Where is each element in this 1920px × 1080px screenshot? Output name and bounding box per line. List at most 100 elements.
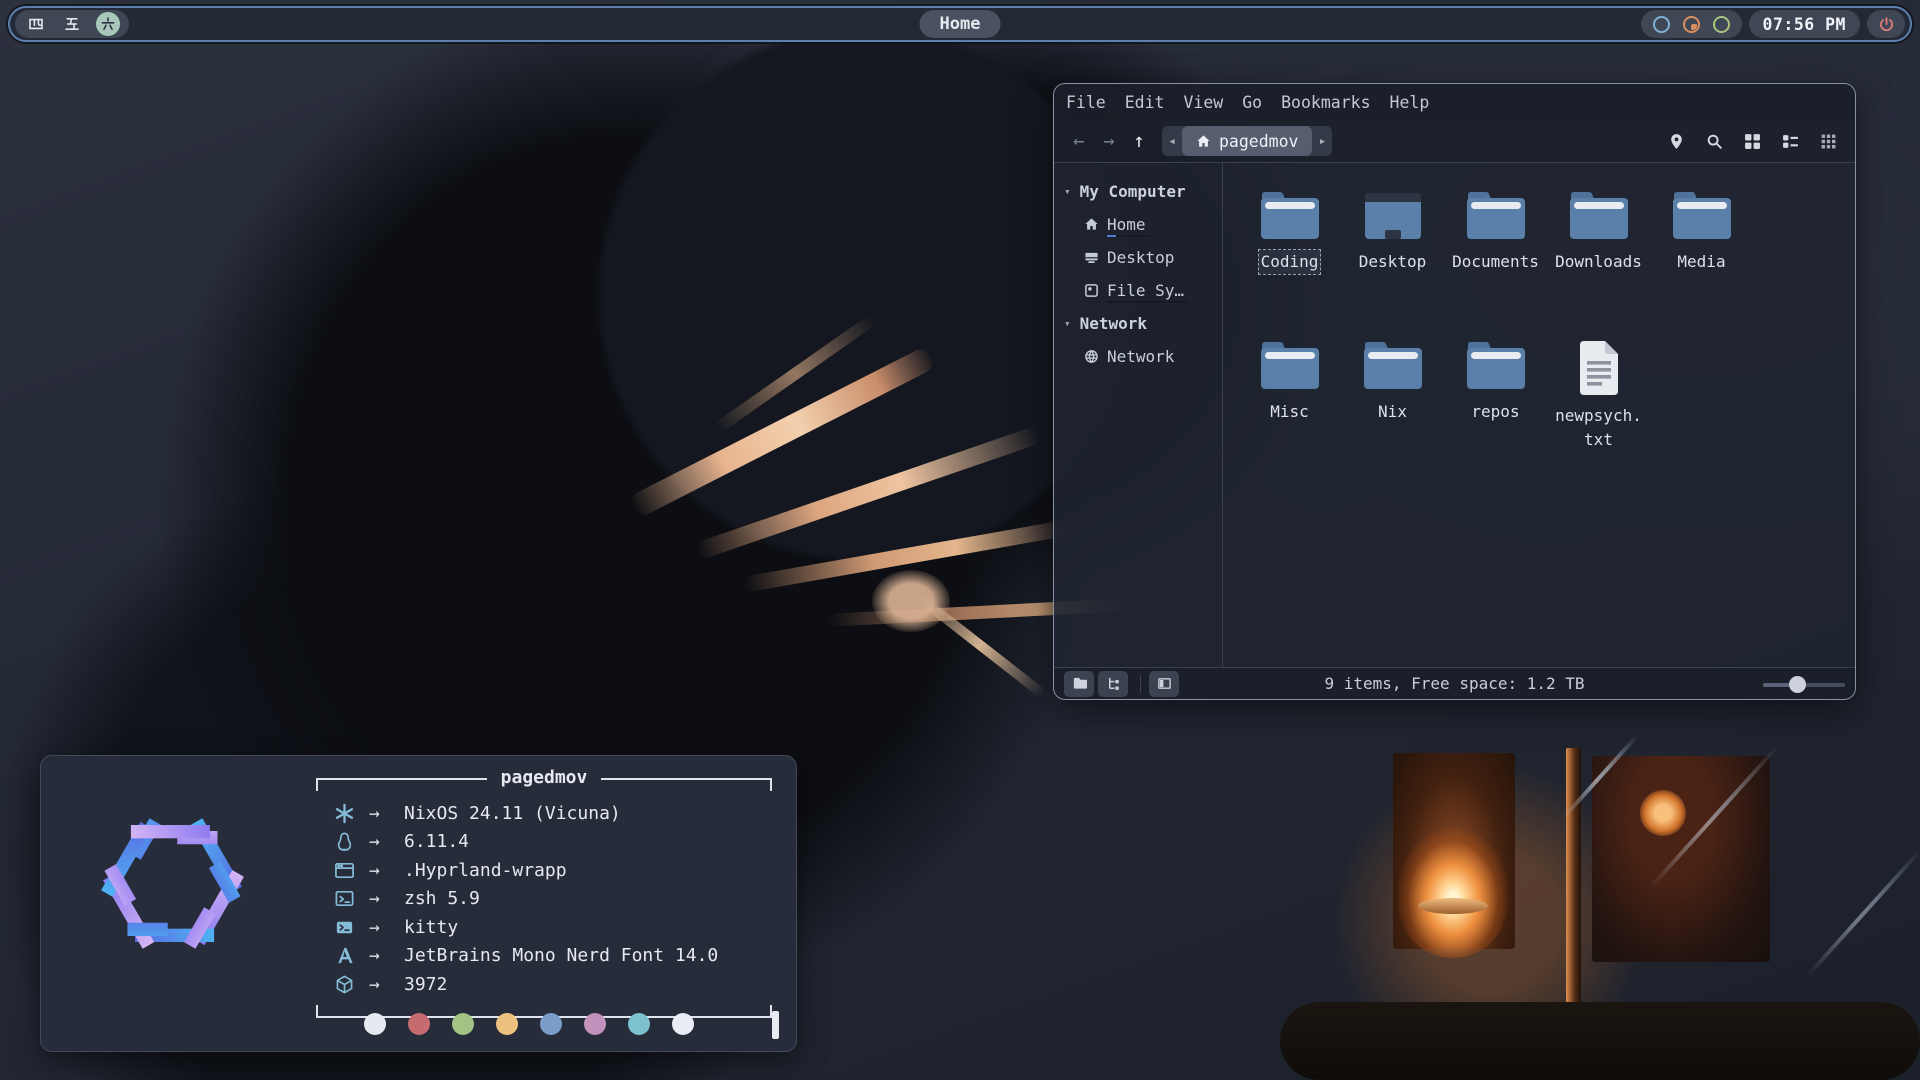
breadcrumb-current-segment[interactable]: pagedmov [1182, 126, 1312, 156]
wallpaper-light-orb [1640, 790, 1686, 836]
zoom-slider-handle[interactable] [1789, 676, 1806, 693]
fetch-widget: pagedmov → NixOS 24.11 (Vicuna) [40, 755, 797, 1052]
sidebar-item-file-system[interactable]: File Sy… [1064, 274, 1222, 307]
file-item-nix[interactable]: Nix [1341, 333, 1444, 483]
sidebar-section-my-computer[interactable]: ▾ My Computer [1064, 175, 1222, 208]
fetch-row-packages: → 3972 [332, 970, 772, 999]
filesystem-icon [1084, 283, 1099, 298]
folder-icon [1259, 189, 1321, 241]
search-button[interactable] [1706, 133, 1723, 150]
tray-recorder-indicator-icon[interactable] [1683, 16, 1700, 33]
active-window-title: Home [920, 10, 1001, 38]
fetch-row-font: → JetBrains Mono Nerd Font 14.0 [332, 942, 772, 971]
workspace-6-button-active[interactable] [96, 12, 120, 36]
cjk-four-glyph-icon [28, 16, 44, 32]
fetch-hostname: pagedmov [487, 768, 602, 788]
menu-file[interactable]: File [1066, 93, 1106, 112]
file-item-repos[interactable]: repos [1444, 333, 1547, 483]
file-item-documents[interactable]: Documents [1444, 183, 1547, 333]
breadcrumb-next-button[interactable]: ▸ [1312, 134, 1332, 149]
menu-bar: File Edit View Go Bookmarks Help [1054, 84, 1855, 120]
toolbar: ← → ↑ ◂ pagedmov ▸ [1054, 120, 1855, 162]
linux-kernel-icon [332, 831, 356, 853]
icon-view-button[interactable] [1744, 133, 1761, 150]
menu-view[interactable]: View [1184, 93, 1224, 112]
up-button[interactable]: ↑ [1124, 126, 1154, 156]
status-bar: 9 items, Free space: 1.2 TB [1054, 667, 1855, 699]
fetch-terminal-value: kitty [404, 917, 458, 938]
fetch-info-panel: pagedmov → NixOS 24.11 (Vicuna) [316, 776, 772, 1031]
fetch-row-wm: → .Hyprland-wrapp [332, 856, 772, 885]
file-item-downloads[interactable]: Downloads [1547, 183, 1650, 333]
fetch-os-value: NixOS 24.11 (Vicuna) [404, 803, 621, 824]
sidebar-item-label: File Sy… [1107, 281, 1184, 300]
tray-blue-indicator-icon[interactable] [1653, 16, 1670, 33]
file-item-desktop[interactable]: Desktop [1341, 183, 1444, 333]
list-view-button[interactable] [1782, 133, 1799, 150]
fetch-rows: → NixOS 24.11 (Vicuna) → 6.11.4 [316, 791, 772, 999]
compact-view-icon [1820, 133, 1837, 150]
back-button[interactable]: ← [1064, 126, 1094, 156]
file-item-coding[interactable]: Coding [1238, 183, 1341, 333]
folder-icon [1259, 339, 1321, 391]
file-label: repos [1469, 400, 1521, 424]
menu-help[interactable]: Help [1390, 93, 1430, 112]
folder-icon [1465, 339, 1527, 391]
places-sidebar: ▾ My Computer Home Desktop [1054, 163, 1222, 667]
power-button[interactable] [1867, 10, 1905, 38]
fetch-row-shell: → zsh 5.9 [332, 885, 772, 914]
side-pane-icon [1157, 676, 1172, 691]
chevron-down-icon[interactable]: ▾ [1064, 317, 1071, 330]
workspace-5-button[interactable] [60, 12, 84, 36]
compact-view-button[interactable] [1820, 133, 1837, 150]
folder-icon [1362, 339, 1424, 391]
breadcrumb-label: pagedmov [1219, 132, 1298, 151]
sidebar-item-desktop[interactable]: Desktop [1064, 241, 1222, 274]
sidebar-item-home[interactable]: Home [1064, 208, 1222, 241]
scrollbar-thumb[interactable] [772, 1011, 779, 1039]
menu-bookmarks[interactable]: Bookmarks [1281, 93, 1370, 112]
font-icon [332, 945, 356, 967]
window-manager-icon [332, 859, 356, 881]
workspace-switcher [15, 10, 129, 38]
file-item-newpsych-txt[interactable]: newpsych.txt [1547, 333, 1650, 483]
palette-dot [496, 1013, 518, 1035]
chevron-down-icon[interactable]: ▾ [1064, 185, 1071, 198]
palette-dot [628, 1013, 650, 1035]
forward-button[interactable]: → [1094, 126, 1124, 156]
arrow-icon: → [369, 831, 391, 852]
sidebar-section-network[interactable]: ▾ Network [1064, 307, 1222, 340]
menu-edit[interactable]: Edit [1125, 93, 1165, 112]
palette-dot [408, 1013, 430, 1035]
terminal-icon [332, 916, 356, 938]
desktop-folder-icon [1364, 189, 1422, 241]
directory-tree-icon [1106, 676, 1121, 691]
arrow-icon: → [369, 803, 391, 824]
file-label: Documents [1450, 250, 1541, 274]
file-label: Media [1675, 250, 1727, 274]
show-places-button[interactable] [1064, 671, 1094, 697]
file-manager-window: File Edit View Go Bookmarks Help ← → ↑ ◂… [1053, 83, 1856, 700]
tray-green-indicator-icon[interactable] [1713, 16, 1730, 33]
location-pin-button[interactable] [1668, 133, 1685, 150]
wallpaper-light-streak [1806, 848, 1920, 977]
menu-go[interactable]: Go [1242, 93, 1262, 112]
statusbar-separator [1140, 675, 1141, 693]
wallpaper-face-glow [872, 570, 950, 632]
sidebar-item-network[interactable]: Network [1064, 340, 1222, 373]
toggle-side-pane-button[interactable] [1149, 671, 1179, 697]
show-directory-tree-button[interactable] [1098, 671, 1128, 697]
workspace-4-button[interactable] [24, 12, 48, 36]
path-breadcrumb: ◂ pagedmov ▸ [1162, 126, 1332, 156]
file-item-media[interactable]: Media [1650, 183, 1753, 333]
zoom-slider[interactable] [1763, 671, 1845, 697]
power-icon [1878, 16, 1895, 33]
arrow-icon: → [369, 917, 391, 938]
terminal-color-palette [364, 1013, 694, 1035]
file-label: Nix [1376, 400, 1409, 424]
palette-dot [364, 1013, 386, 1035]
top-bar: Home 07:56 PM [8, 6, 1912, 42]
file-item-misc[interactable]: Misc [1238, 333, 1341, 483]
packages-icon [332, 973, 356, 995]
breadcrumb-prev-button[interactable]: ◂ [1162, 134, 1182, 149]
